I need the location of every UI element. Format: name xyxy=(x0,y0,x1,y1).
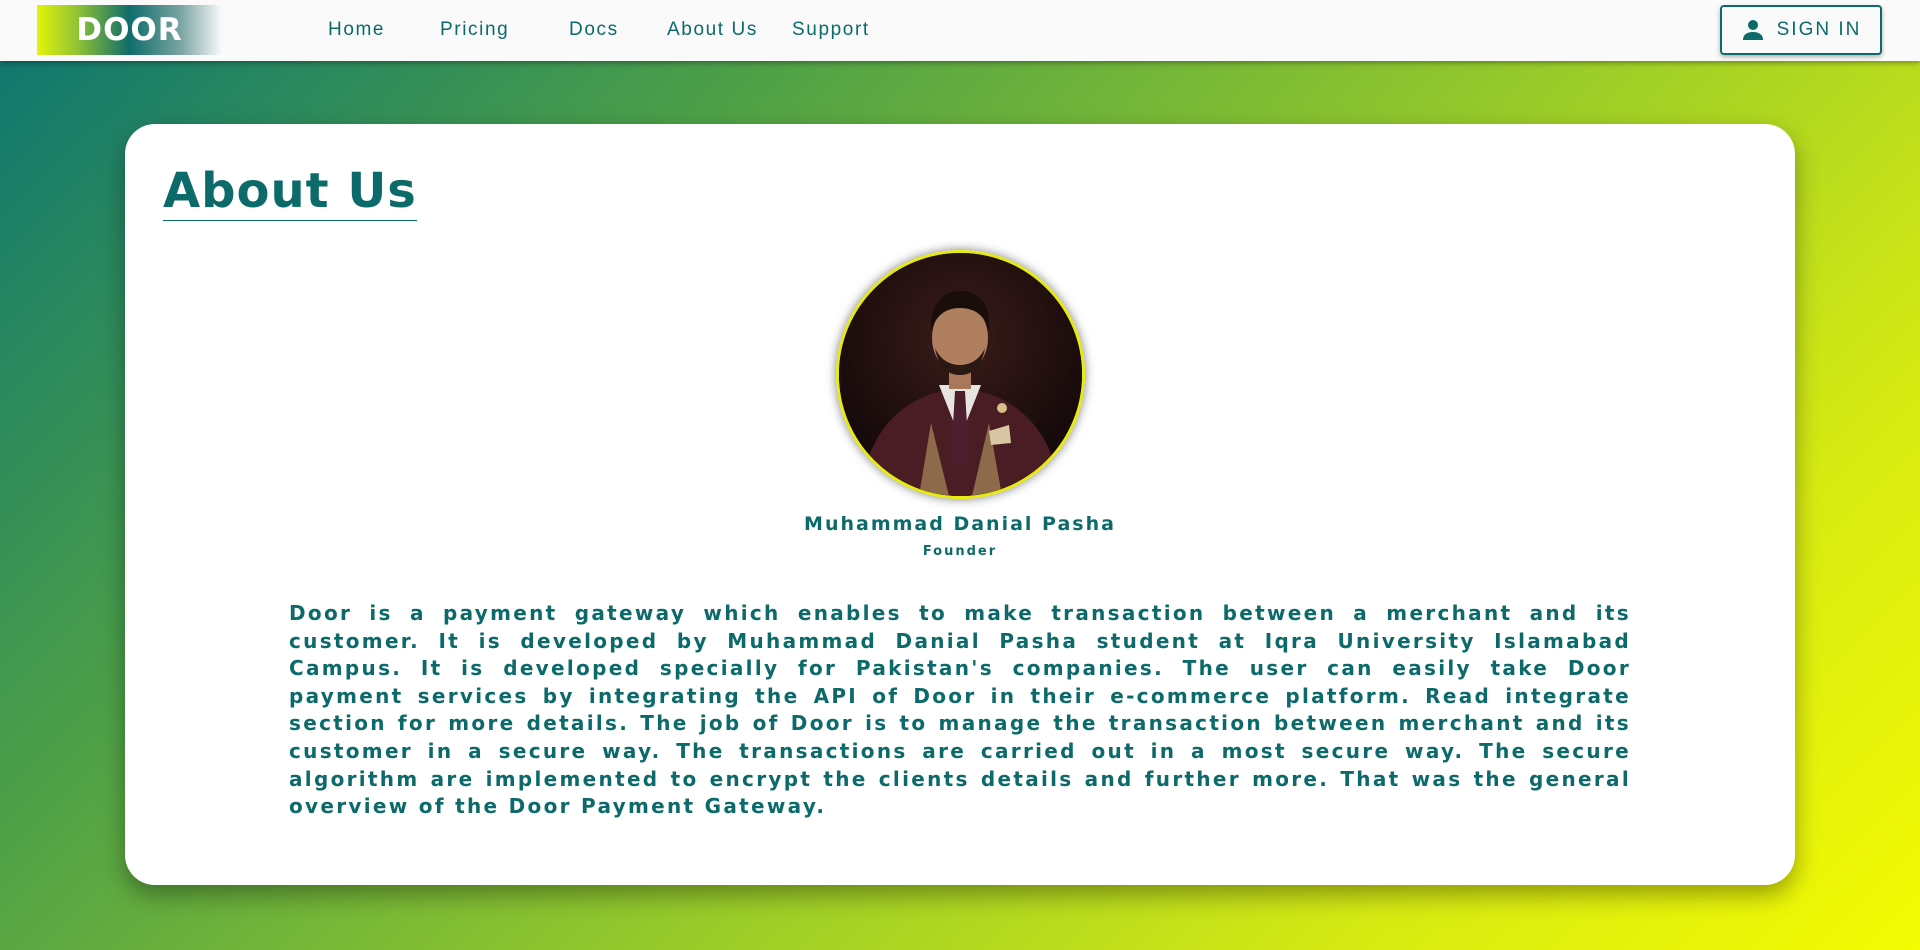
nav-docs[interactable]: Docs xyxy=(569,19,619,41)
nav-support[interactable]: Support xyxy=(792,19,870,41)
nav-about-us[interactable]: About Us xyxy=(667,19,758,41)
nav-home[interactable]: Home xyxy=(328,19,385,41)
founder-role: Founder xyxy=(922,544,998,559)
nav-pricing[interactable]: Pricing xyxy=(440,19,509,41)
about-card: About Us Muhammad Danial Pasha Founder D… xyxy=(125,124,1795,885)
door-logo[interactable]: DOOR xyxy=(37,5,222,55)
sign-in-label: SIGN IN xyxy=(1776,19,1862,40)
top-navbar: DOOR Home Pricing Docs About Us Support … xyxy=(0,0,1920,61)
founder-name: Muhammad Danial Pasha xyxy=(804,513,1116,535)
logo-text: DOOR xyxy=(76,12,183,48)
about-description: Door is a payment gateway which enables … xyxy=(289,601,1631,819)
person-icon xyxy=(1741,18,1765,42)
sign-in-button[interactable]: SIGN IN xyxy=(1720,5,1882,55)
page-title: About Us xyxy=(163,163,417,221)
founder-avatar xyxy=(836,250,1085,499)
